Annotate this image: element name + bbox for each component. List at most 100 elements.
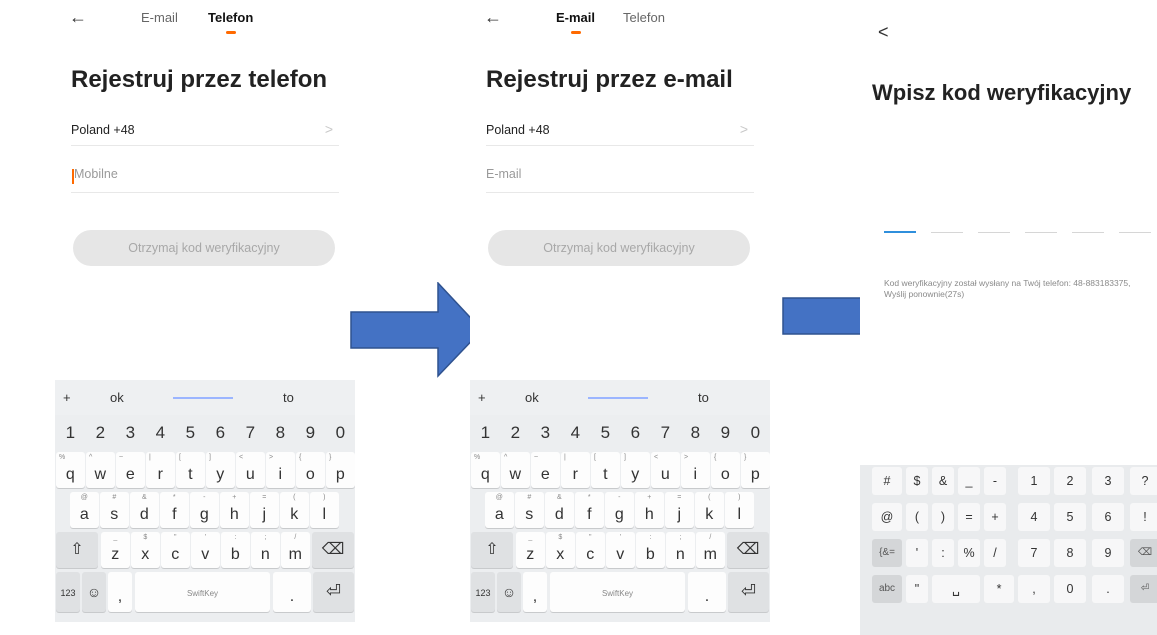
key[interactable]: 1 bbox=[1018, 467, 1050, 495]
mode-key[interactable]: 123 bbox=[471, 572, 495, 612]
space-key[interactable]: ␣ bbox=[932, 575, 980, 603]
enter-key[interactable]: ⏎ bbox=[1130, 575, 1157, 603]
key[interactable]: 2 bbox=[1054, 467, 1086, 495]
key-e[interactable]: ~ e bbox=[116, 452, 145, 488]
key[interactable]: , bbox=[1018, 575, 1050, 603]
key-y[interactable]: ] y bbox=[206, 452, 235, 488]
tab-phone[interactable]: Telefon bbox=[208, 10, 253, 34]
suggestion-item[interactable]: + bbox=[63, 390, 71, 405]
email-field[interactable] bbox=[486, 163, 754, 193]
key-c[interactable]: " c bbox=[161, 532, 190, 568]
key[interactable]: @ bbox=[872, 503, 902, 531]
key[interactable]: 8 bbox=[1054, 539, 1086, 567]
tab-email[interactable]: E-mail bbox=[556, 10, 595, 34]
key-4[interactable]: 4 bbox=[146, 418, 175, 446]
key-o[interactable]: {o bbox=[711, 452, 740, 488]
key[interactable]: ? bbox=[1130, 467, 1157, 495]
key[interactable]: 0 bbox=[1054, 575, 1086, 603]
key[interactable]: $ bbox=[906, 467, 928, 495]
key-q[interactable]: % q bbox=[56, 452, 85, 488]
key[interactable]: 3 bbox=[1092, 467, 1124, 495]
enter-key[interactable]: ⏎ bbox=[313, 572, 354, 612]
key-r[interactable]: | r bbox=[561, 452, 590, 488]
key-z[interactable]: _ z bbox=[516, 532, 545, 568]
suggestion-item[interactable]: to bbox=[698, 390, 709, 405]
key[interactable]: 5 bbox=[1054, 503, 1086, 531]
key-2[interactable]: 2 bbox=[86, 418, 115, 446]
key-n[interactable]: ; n bbox=[666, 532, 695, 568]
suggestion-item[interactable]: ok bbox=[525, 390, 539, 405]
key-z[interactable]: _ z bbox=[101, 532, 130, 568]
key-f[interactable]: * f bbox=[160, 492, 189, 528]
key[interactable]: - bbox=[984, 467, 1006, 495]
key-b[interactable]: :b bbox=[221, 532, 250, 568]
code-digit-slot[interactable] bbox=[1025, 232, 1057, 233]
key-t[interactable]: [t bbox=[591, 452, 620, 488]
key-i[interactable]: > i bbox=[681, 452, 710, 488]
key-a[interactable]: @ a bbox=[485, 492, 514, 528]
key-x[interactable]: $ x bbox=[131, 532, 160, 568]
key-v[interactable]: ' v bbox=[606, 532, 635, 568]
phone-input[interactable] bbox=[71, 167, 339, 181]
shift-key[interactable]: ⇧ bbox=[56, 532, 98, 568]
key-5[interactable]: 5 bbox=[176, 418, 205, 446]
key-m[interactable]: / m bbox=[696, 532, 725, 568]
suggestion-item[interactable]: ok bbox=[110, 390, 124, 405]
backspace-key[interactable]: ⌫ bbox=[727, 532, 769, 568]
key-5[interactable]: 5 bbox=[591, 418, 620, 446]
symbols-toggle-key[interactable]: {&= bbox=[872, 539, 902, 567]
key-s[interactable]: # s bbox=[100, 492, 129, 528]
key-1[interactable]: 1 bbox=[471, 418, 500, 446]
key-g[interactable]: -g bbox=[605, 492, 634, 528]
phone-field[interactable] bbox=[71, 163, 339, 193]
key-1[interactable]: 1 bbox=[56, 418, 85, 446]
tab-phone[interactable]: Telefon bbox=[623, 10, 665, 25]
get-code-button[interactable]: Otrzymaj kod weryfikacyjny bbox=[488, 230, 750, 266]
key[interactable]: % bbox=[958, 539, 980, 567]
key-v[interactable]: ' v bbox=[191, 532, 220, 568]
key-u[interactable]: < u bbox=[651, 452, 680, 488]
key-3[interactable]: 3 bbox=[531, 418, 560, 446]
key-y[interactable]: ] y bbox=[621, 452, 650, 488]
key-x[interactable]: $ x bbox=[546, 532, 575, 568]
key-9[interactable]: 9 bbox=[711, 418, 740, 446]
country-selector[interactable]: Poland +48 > bbox=[486, 116, 754, 146]
key-d[interactable]: & d bbox=[130, 492, 159, 528]
key-m[interactable]: / m bbox=[281, 532, 310, 568]
key-u[interactable]: < u bbox=[236, 452, 265, 488]
code-digit-slot[interactable] bbox=[1072, 232, 1104, 233]
mode-key[interactable]: 123 bbox=[56, 572, 80, 612]
code-digit-slot[interactable] bbox=[978, 232, 1010, 233]
key-d[interactable]: & d bbox=[545, 492, 574, 528]
key-n[interactable]: ; n bbox=[251, 532, 280, 568]
key-2[interactable]: 2 bbox=[501, 418, 530, 446]
key[interactable]: + bbox=[984, 503, 1006, 531]
key-w[interactable]: ^ w bbox=[501, 452, 530, 488]
tab-email[interactable]: E-mail bbox=[141, 10, 178, 25]
key-q[interactable]: % q bbox=[471, 452, 500, 488]
key-b[interactable]: :b bbox=[636, 532, 665, 568]
get-code-button[interactable]: Otrzymaj kod weryfikacyjny bbox=[73, 230, 335, 266]
period-key[interactable]: . bbox=[688, 572, 726, 612]
space-key[interactable]: SwiftKey bbox=[550, 572, 685, 612]
key-p[interactable]: } p bbox=[741, 452, 770, 488]
country-selector[interactable]: Poland +48 > bbox=[71, 116, 339, 146]
key-l[interactable]: ) l bbox=[725, 492, 754, 528]
key-8[interactable]: 8 bbox=[681, 418, 710, 446]
key-7[interactable]: 7 bbox=[651, 418, 680, 446]
key-8[interactable]: 8 bbox=[266, 418, 295, 446]
key-0[interactable]: 0 bbox=[741, 418, 770, 446]
key[interactable]: 4 bbox=[1018, 503, 1050, 531]
code-digit-slot[interactable] bbox=[931, 232, 963, 233]
key[interactable]: 7 bbox=[1018, 539, 1050, 567]
key-h[interactable]: + h bbox=[220, 492, 249, 528]
key[interactable]: * bbox=[984, 575, 1014, 603]
key-o[interactable]: {o bbox=[296, 452, 325, 488]
abc-toggle-key[interactable]: abc bbox=[872, 575, 902, 603]
period-key[interactable]: . bbox=[273, 572, 311, 612]
key-g[interactable]: -g bbox=[190, 492, 219, 528]
key-4[interactable]: 4 bbox=[561, 418, 590, 446]
key[interactable]: / bbox=[984, 539, 1006, 567]
key[interactable]: ( bbox=[906, 503, 928, 531]
key[interactable]: 6 bbox=[1092, 503, 1124, 531]
